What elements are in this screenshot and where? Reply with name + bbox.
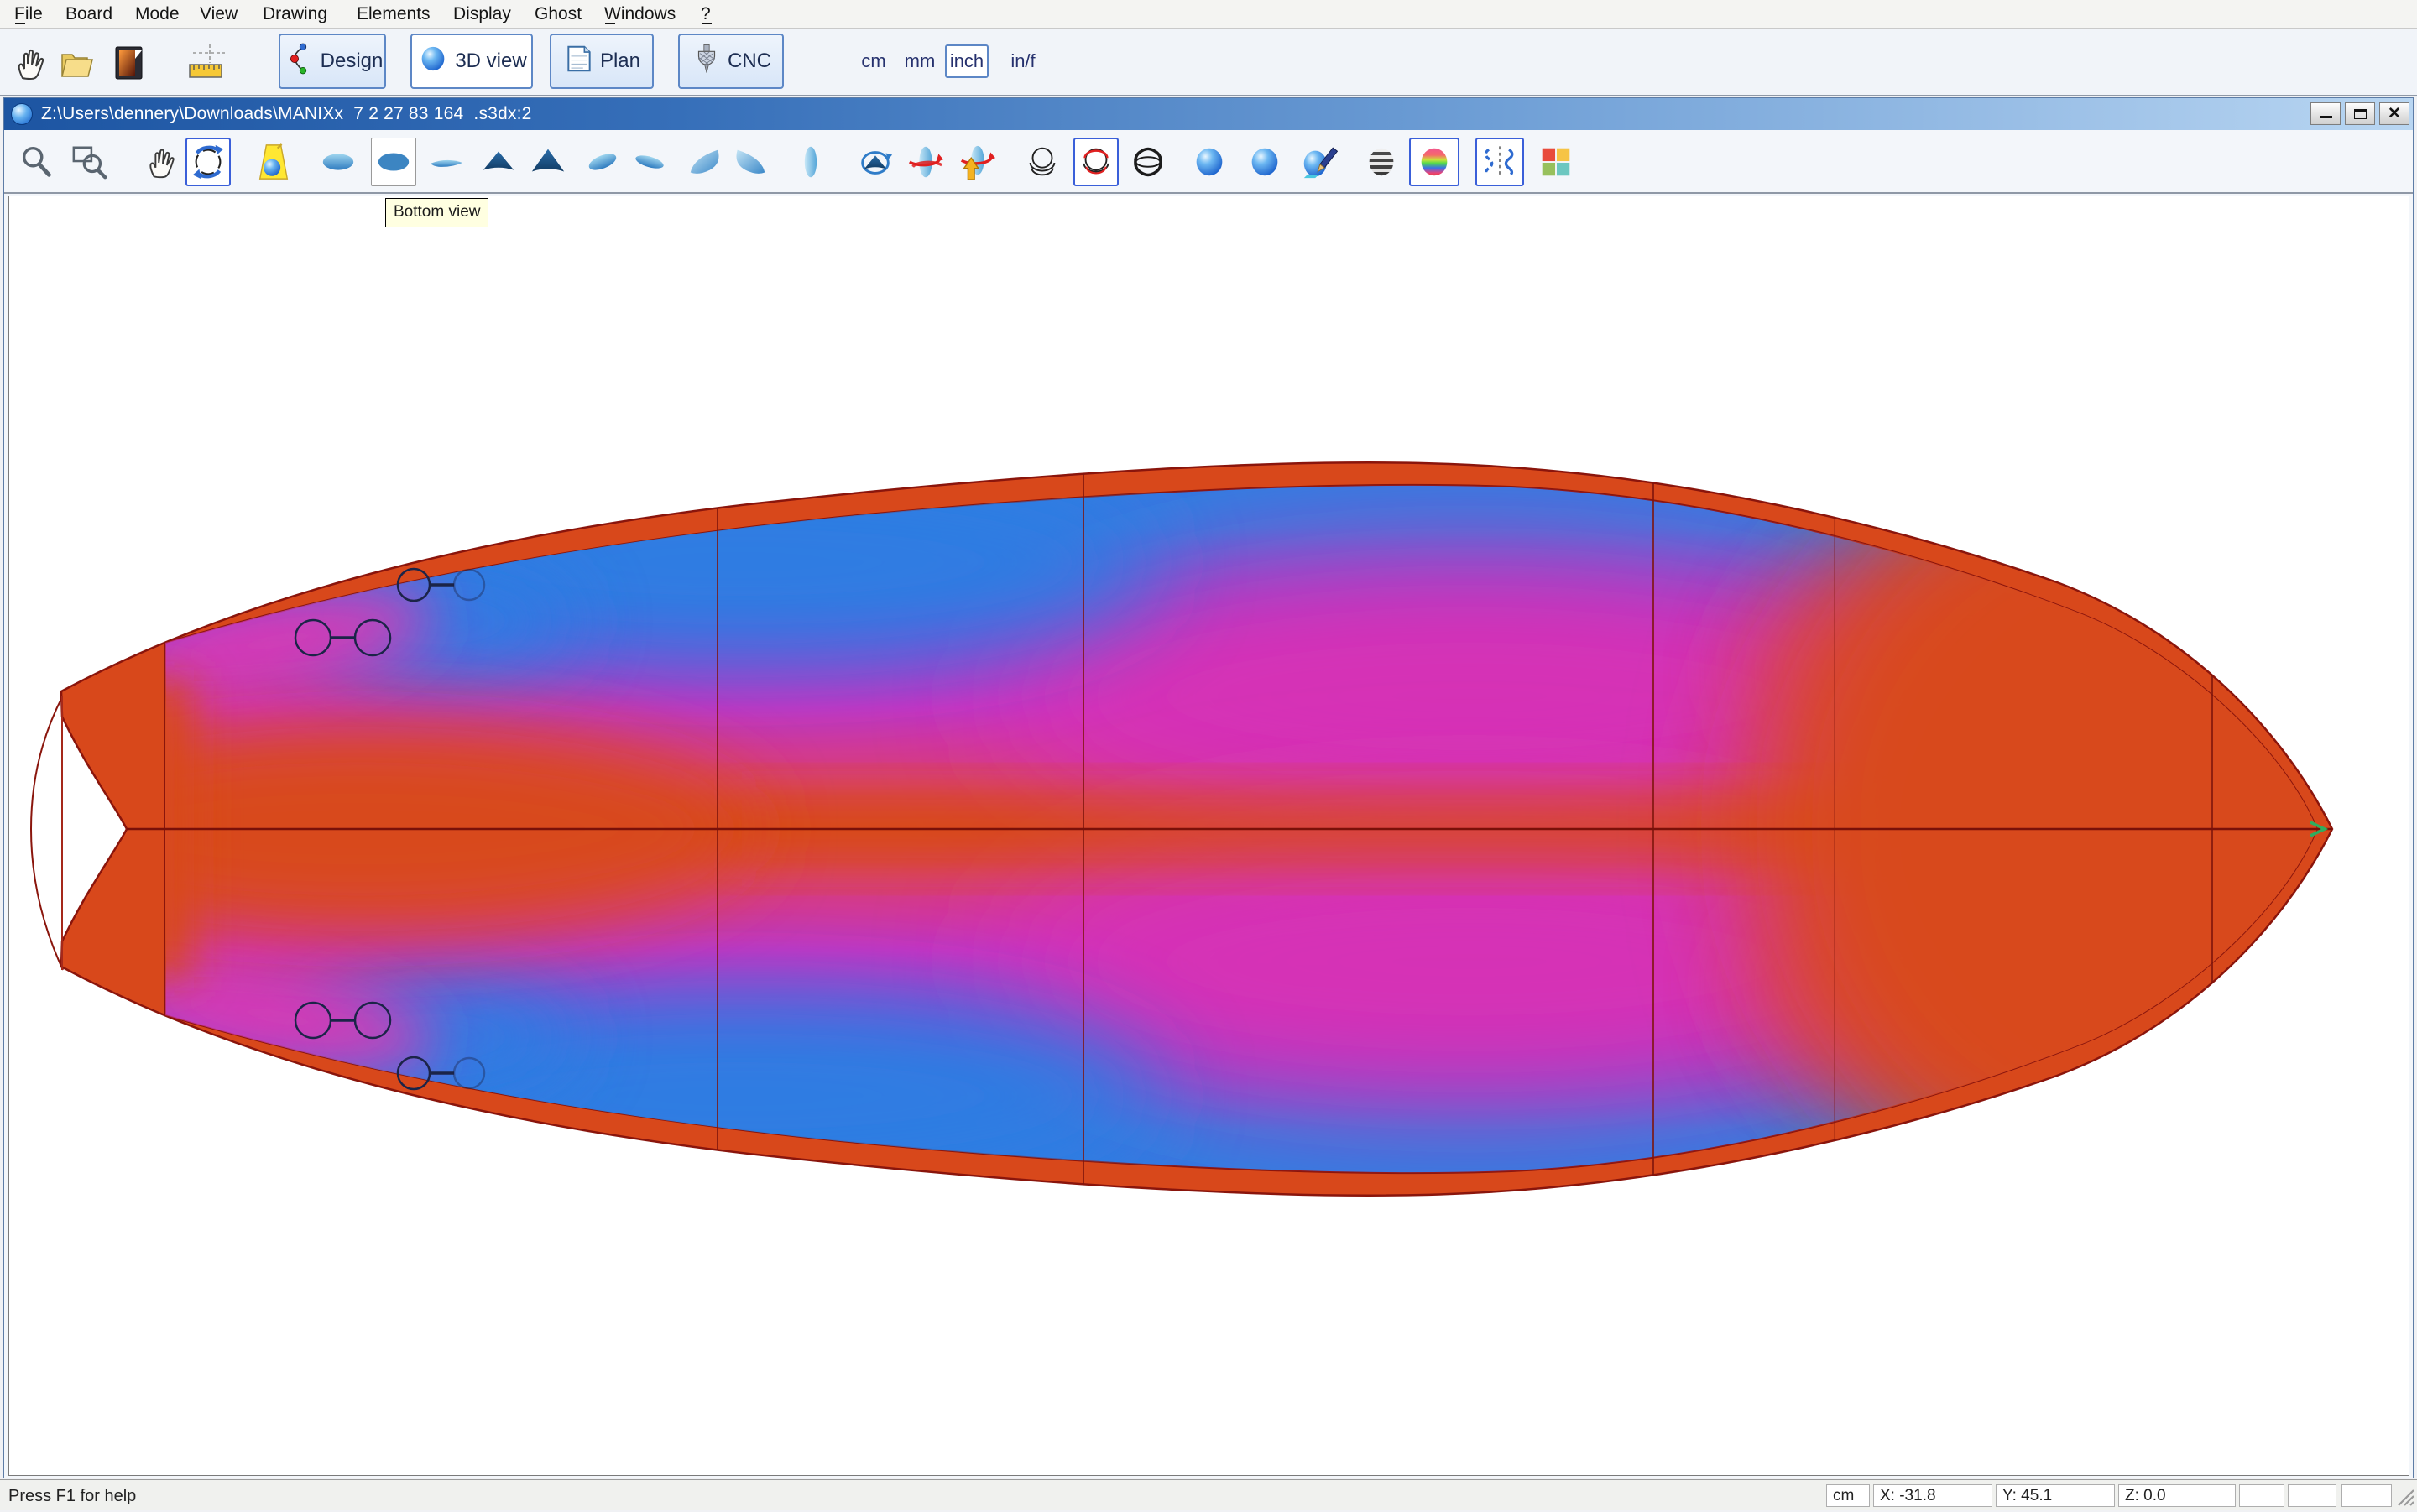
- cnc-icon: [691, 43, 723, 81]
- design-label: Design: [321, 50, 384, 73]
- open-folder-icon[interactable]: [54, 39, 101, 86]
- tooltip: Bottom view: [385, 198, 488, 227]
- document-title: Z:\Users\dennery\Downloads\MANIXx 7 2 27…: [41, 104, 532, 124]
- spin-board-vertical-icon[interactable]: [953, 138, 999, 186]
- main-toolbar: Design 3D view Plan CNC cm mm inch in/f: [0, 29, 2417, 96]
- status-help-text: Press F1 for help: [8, 1487, 136, 1506]
- menu-board[interactable]: Board: [65, 0, 112, 28]
- bottom-view-icon[interactable]: [371, 138, 416, 186]
- status-unit: cm: [1826, 1484, 1870, 1507]
- menu-view[interactable]: View: [200, 0, 238, 28]
- save-icon[interactable]: [106, 39, 153, 86]
- cnc-mode-button[interactable]: CNC: [678, 34, 784, 89]
- rotate-view-icon[interactable]: [185, 138, 231, 186]
- perspective-right-view-icon[interactable]: [728, 138, 773, 186]
- resize-grip[interactable]: [2395, 1487, 2415, 1512]
- wireframe-slices-view-icon[interactable]: [1073, 138, 1119, 186]
- menu-display[interactable]: Display: [453, 0, 511, 28]
- plan-icon: [563, 43, 595, 81]
- side-view-icon[interactable]: [424, 138, 469, 186]
- status-x-coordinate: X: -31.8: [1873, 1484, 1992, 1507]
- zoom-window-icon[interactable]: [67, 138, 112, 186]
- menu-file[interactable]: File: [14, 0, 43, 28]
- pan-icon[interactable]: [140, 138, 185, 186]
- app-logo-icon: [11, 103, 33, 125]
- view-toolbar: [4, 130, 2413, 194]
- spin-board-horizontal-icon[interactable]: [903, 138, 948, 186]
- menu-windows[interactable]: Windows: [604, 0, 676, 28]
- close-button[interactable]: ✕: [2379, 102, 2409, 125]
- wireframe-view-icon[interactable]: [1020, 138, 1065, 186]
- document-title-bar[interactable]: Z:\Users\dennery\Downloads\MANIXx 7 2 27…: [4, 98, 2413, 130]
- perspective-left-view-icon[interactable]: [682, 138, 728, 186]
- status-empty-cell-2: [2288, 1484, 2336, 1507]
- tilted-top-view-icon[interactable]: [580, 138, 625, 186]
- surfboard-curvature-map: [9, 196, 2409, 1475]
- menu-ghost[interactable]: Ghost: [535, 0, 582, 28]
- unit-inch[interactable]: inch: [945, 44, 989, 78]
- sphere-icon: [416, 42, 450, 81]
- plan-mode-button[interactable]: Plan: [550, 34, 654, 89]
- zebra-stripes-view-icon[interactable]: [1359, 138, 1404, 186]
- nose-view-icon[interactable]: [525, 138, 571, 186]
- 3d-view-mode-button[interactable]: 3D view: [410, 34, 533, 89]
- status-bar: Press F1 for help cm X: -31.8 Y: 45.1 Z:…: [0, 1479, 2417, 1510]
- shaded-smooth-view-icon[interactable]: [1242, 138, 1287, 186]
- status-empty-cell-3: [2341, 1484, 2392, 1507]
- pointer-hand-icon[interactable]: [8, 39, 55, 86]
- rotate-board-icon[interactable]: [853, 138, 898, 186]
- design-mode-button[interactable]: Design: [279, 34, 386, 89]
- unit-cm[interactable]: cm: [854, 44, 893, 78]
- minimize-button[interactable]: [2310, 102, 2341, 125]
- measure-ruler-icon[interactable]: [183, 39, 230, 86]
- zoom-icon[interactable]: [14, 138, 60, 186]
- menu-elements[interactable]: Elements: [357, 0, 431, 28]
- tail-view-icon[interactable]: [476, 138, 521, 186]
- color-settings-icon[interactable]: [1533, 138, 1579, 186]
- plan-label: Plan: [600, 50, 640, 73]
- board-bottom-view-canvas[interactable]: Bottom view: [8, 196, 2409, 1476]
- tail-profile-outline: [31, 696, 63, 970]
- menu-help[interactable]: ?: [701, 0, 713, 28]
- curvature-map-view-icon[interactable]: [1409, 138, 1459, 186]
- menu-bar: File Board Mode View Drawing Elements Di…: [0, 0, 2417, 29]
- status-z-coordinate: Z: 0.0: [2118, 1484, 2236, 1507]
- menu-mode[interactable]: Mode: [135, 0, 180, 28]
- wireframe-sphere-view-icon[interactable]: [1125, 138, 1171, 186]
- document-window: Z:\Users\dennery\Downloads\MANIXx 7 2 27…: [3, 97, 2414, 1478]
- design-icon: [282, 42, 316, 81]
- menu-drawing[interactable]: Drawing: [263, 0, 327, 28]
- front-view-icon[interactable]: [788, 138, 833, 186]
- unit-mm[interactable]: mm: [900, 44, 940, 78]
- maximize-button[interactable]: [2345, 102, 2375, 125]
- status-empty-cell-1: [2239, 1484, 2284, 1507]
- cnc-label: CNC: [728, 50, 771, 73]
- shaded-view-icon[interactable]: [1187, 138, 1232, 186]
- tilted-bottom-view-icon[interactable]: [627, 138, 672, 186]
- flip-symmetry-view-icon[interactable]: [1475, 138, 1524, 186]
- unit-inf[interactable]: in/f: [1002, 44, 1044, 78]
- design-on-shape-view-icon[interactable]: [1296, 138, 1341, 186]
- 3d-view-label: 3D view: [455, 50, 526, 73]
- render-light-icon[interactable]: [251, 138, 296, 186]
- status-y-coordinate: Y: 45.1: [1996, 1484, 2115, 1507]
- top-view-icon[interactable]: [316, 138, 361, 186]
